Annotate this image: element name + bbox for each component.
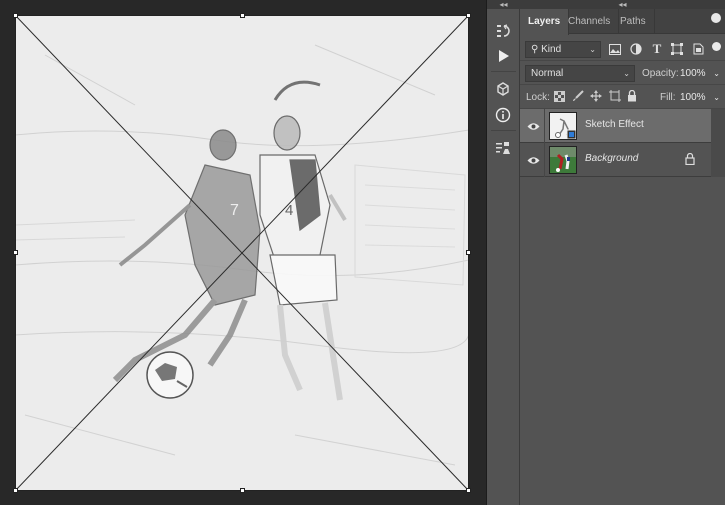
chevron-down-icon: ⌄ xyxy=(713,69,720,78)
lock-row: Lock: Fill: 100% ⌄ xyxy=(520,85,725,109)
document-canvas-area[interactable]: 7 4 xyxy=(0,0,486,505)
opacity-field[interactable]: 100% ⌄ xyxy=(680,66,722,81)
blend-mode-dropdown[interactable]: Normal ⌄ xyxy=(525,65,635,82)
collapsed-panel-dock: ◂◂ xyxy=(487,0,520,505)
smart-object-filter-icon[interactable] xyxy=(691,42,705,56)
image-filter-icon[interactable] xyxy=(608,42,622,56)
panel-header-bar[interactable]: ◂◂ xyxy=(520,0,725,9)
tool-separator xyxy=(491,71,516,72)
svg-text:7: 7 xyxy=(230,202,239,219)
3d-icon[interactable] xyxy=(491,78,515,100)
layer-name: Sketch Effect xyxy=(585,119,644,130)
layer-name: Background xyxy=(585,153,639,164)
chevron-down-icon: ⌄ xyxy=(623,69,630,78)
eye-icon[interactable] xyxy=(526,153,540,167)
sketch-image: 7 4 xyxy=(15,15,469,491)
opacity-value: 100% xyxy=(680,68,706,79)
lock-position-icon[interactable] xyxy=(590,90,602,105)
layer-thumbnail xyxy=(549,146,577,174)
eye-column-divider xyxy=(544,109,545,143)
opacity-label: Opacity: xyxy=(642,68,679,79)
layer-row-background[interactable]: Background xyxy=(520,143,711,177)
type-filter-icon[interactable]: T xyxy=(650,41,664,56)
filter-toggle-button[interactable] xyxy=(712,42,721,51)
lock-label: Lock: xyxy=(526,92,550,103)
fill-value: 100% xyxy=(680,92,706,103)
ball-sketch xyxy=(146,351,194,399)
lock-transparent-pixels-icon[interactable] xyxy=(554,91,565,105)
filter-kind-dropdown[interactable]: ⚲ Kind ⌄ xyxy=(525,41,601,58)
lock-all-icon[interactable] xyxy=(627,89,637,105)
layer-filter-row: ⚲ Kind ⌄ T xyxy=(520,38,725,61)
chevron-down-icon: ⌄ xyxy=(713,93,720,102)
fill-label: Fill: xyxy=(660,92,676,103)
shape-filter-icon[interactable] xyxy=(670,42,684,56)
tab-paths[interactable]: Paths xyxy=(612,9,655,34)
panel-menu-button[interactable] xyxy=(711,13,721,23)
transform-handle-top[interactable] xyxy=(240,13,245,18)
transform-handle-bottom[interactable] xyxy=(240,488,245,493)
info-icon[interactable] xyxy=(491,104,515,126)
layers-scrollbar-track[interactable] xyxy=(711,109,725,177)
document-canvas[interactable]: 7 4 xyxy=(15,15,469,491)
filter-kind-label: Kind xyxy=(541,44,562,55)
adjustment-filter-icon[interactable] xyxy=(629,42,643,56)
lock-icon[interactable] xyxy=(685,152,695,168)
transform-handle-top-left[interactable] xyxy=(13,13,18,18)
transform-handle-right[interactable] xyxy=(466,250,471,255)
layer-row-sketch-effect[interactable]: Sketch Effect xyxy=(520,109,711,143)
eye-icon[interactable] xyxy=(526,119,540,133)
transform-handle-bottom-left[interactable] xyxy=(13,488,18,493)
lock-artboard-icon[interactable] xyxy=(609,90,621,105)
svg-text:4: 4 xyxy=(285,202,293,219)
layer-thumbnail xyxy=(549,112,577,140)
chevron-down-icon: ⌄ xyxy=(589,45,596,54)
blend-row: Normal ⌄ Opacity: 100% ⌄ xyxy=(520,61,725,85)
transform-handle-left[interactable] xyxy=(13,250,18,255)
play-actions-icon[interactable] xyxy=(491,45,515,67)
blend-mode-value: Normal xyxy=(531,68,564,79)
search-icon: ⚲ xyxy=(531,44,539,55)
tab-channels[interactable]: Channels xyxy=(560,9,620,34)
collapse-dock-button[interactable]: ◂◂ xyxy=(487,0,520,9)
tool-separator xyxy=(491,130,516,131)
lock-image-pixels-icon[interactable] xyxy=(572,90,584,105)
transform-handle-bottom-right[interactable] xyxy=(466,488,471,493)
transform-handle-top-right[interactable] xyxy=(466,13,471,18)
history-icon[interactable] xyxy=(491,20,515,42)
fill-field[interactable]: 100% ⌄ xyxy=(680,90,722,105)
panel-tab-bar: Layers Channels Paths xyxy=(520,9,725,35)
properties-icon[interactable] xyxy=(491,137,515,159)
layers-empty-area xyxy=(520,177,725,505)
layers-panel: ◂◂ Layers Channels Paths ⚲ Kind ⌄ T Norm… xyxy=(520,0,725,505)
eye-column-divider xyxy=(544,143,545,177)
